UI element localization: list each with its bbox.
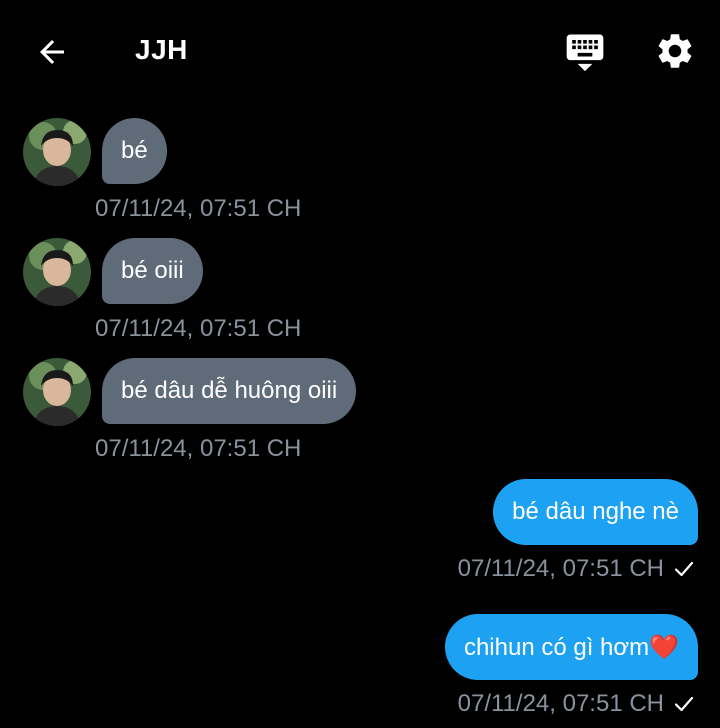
message-text: bé: [121, 137, 148, 164]
message-timestamp: 07/11/24, 07:51 CH: [457, 690, 664, 717]
incoming-message-bubble[interactable]: bé oiii: [102, 238, 203, 304]
message-timestamp: 07/11/24, 07:51 CH: [95, 315, 302, 342]
avatar[interactable]: [23, 118, 91, 186]
chat-screen: JJH bé 07/11/24, 07:51 CH bé oiii 07/11/…: [0, 0, 720, 728]
outgoing-message-bubble[interactable]: chihun có gì hơm❤️: [444, 614, 698, 680]
keyboard-icon: [566, 34, 604, 72]
avatar[interactable]: [23, 358, 91, 426]
message-text: chihun có gì hơm❤️: [463, 633, 679, 661]
message-timestamp: 07/11/24, 07:51 CH: [95, 435, 302, 462]
avatar[interactable]: [23, 238, 91, 306]
check-icon: [674, 696, 694, 712]
outgoing-message-bubble[interactable]: bé dâu nghe nè: [493, 479, 698, 545]
settings-button[interactable]: [652, 28, 698, 74]
gear-icon: [658, 34, 692, 68]
message-timestamp: 07/11/24, 07:51 CH: [95, 195, 302, 222]
incoming-message-bubble[interactable]: bé: [102, 118, 167, 184]
message-text: bé oiii: [121, 257, 184, 284]
message-text: bé dâu dễ huông oiii: [121, 377, 338, 404]
message-timestamp: 07/11/24, 07:51 CH: [457, 555, 664, 582]
message-text: bé dâu nghe nè: [512, 498, 679, 525]
incoming-message-bubble[interactable]: bé dâu dễ huông oiii: [102, 358, 357, 424]
conversation-title: JJH: [135, 34, 188, 65]
keyboard-button[interactable]: [562, 28, 608, 74]
back-button[interactable]: [30, 30, 74, 74]
check-icon: [674, 561, 694, 577]
chat-header: JJH: [0, 0, 720, 100]
arrow-left-icon: [40, 40, 64, 64]
